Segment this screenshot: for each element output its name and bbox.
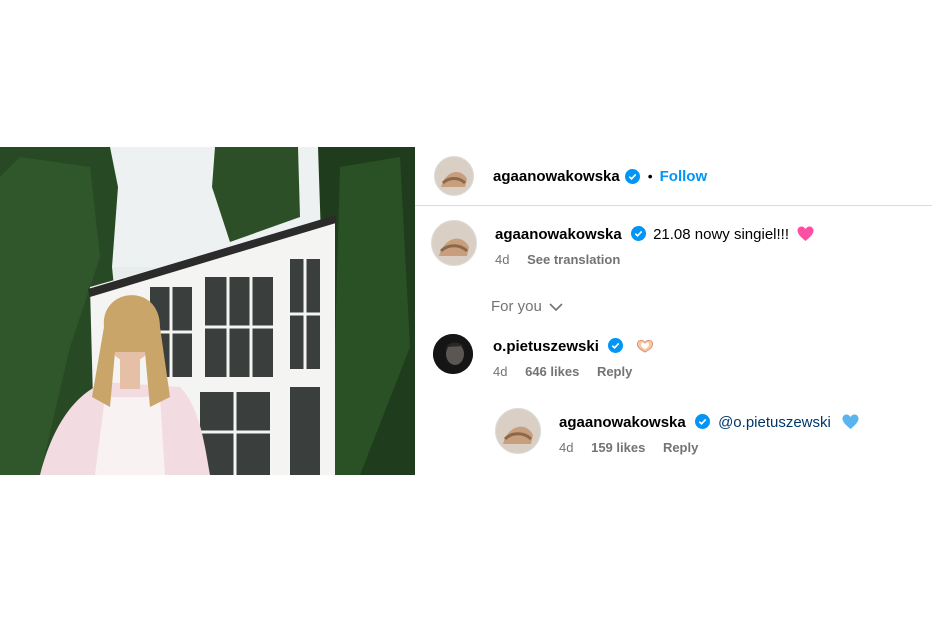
author-username[interactable]: agaanowakowska <box>493 168 620 185</box>
reply-time[interactable]: 4d <box>559 440 573 455</box>
caption-time[interactable]: 4d <box>495 252 509 267</box>
verified-badge-icon <box>630 226 646 241</box>
reply-username[interactable]: agaanowakowska <box>559 414 686 431</box>
see-translation-link[interactable]: See translation <box>527 252 620 267</box>
post-header: agaanowakowska • Follow <box>415 147 932 206</box>
caption-avatar[interactable] <box>431 220 477 266</box>
follow-button[interactable]: Follow <box>660 168 708 185</box>
reply-avatar[interactable] <box>495 408 541 454</box>
heart-hands-icon <box>637 339 654 353</box>
comments-sort-dropdown[interactable]: For you <box>491 298 564 315</box>
caption-username[interactable]: agaanowakowska <box>495 226 622 243</box>
caption: agaanowakowska 21.08 nowy singiel!!! 4d … <box>431 220 814 267</box>
sort-label: For you <box>491 298 542 315</box>
caption-text: 21.08 nowy singiel!!! <box>653 226 789 243</box>
commenter-username[interactable]: o.pietuszewski <box>493 338 599 355</box>
comment-time[interactable]: 4d <box>493 364 507 379</box>
pink-heart-icon <box>797 226 814 241</box>
verified-badge-icon <box>624 168 640 184</box>
separator-dot: • <box>647 168 653 184</box>
reply-button[interactable]: Reply <box>663 440 698 455</box>
comment-likes[interactable]: 646 likes <box>525 364 579 379</box>
author-avatar[interactable] <box>434 156 474 196</box>
commenter-avatar[interactable] <box>433 334 473 374</box>
blue-heart-icon <box>842 414 859 429</box>
comment: o.pietuszewski 4d 646 likes Reply <box>433 334 655 379</box>
reply-button[interactable]: Reply <box>597 364 632 379</box>
reply-likes[interactable]: 159 likes <box>591 440 645 455</box>
post-photo[interactable] <box>0 147 415 475</box>
verified-badge-icon <box>608 338 624 353</box>
verified-badge-icon <box>694 414 710 429</box>
chevron-down-icon <box>549 302 563 311</box>
comment-reply: agaanowakowska @o.pietuszewski 4d 159 li… <box>495 408 859 455</box>
mention-link[interactable]: @o.pietuszewski <box>718 414 831 431</box>
